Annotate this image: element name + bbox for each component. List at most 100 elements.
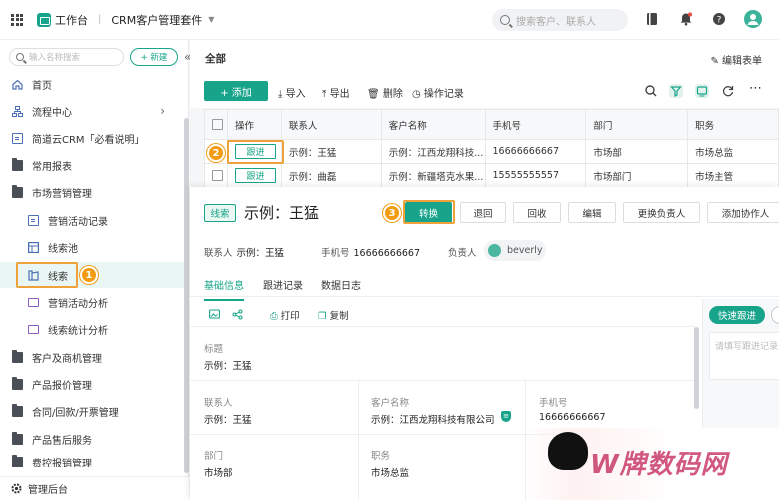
print-button[interactable]: ⎙ 打印 xyxy=(270,308,300,322)
follow-note-input[interactable]: 请填写跟进记录 xyxy=(709,332,779,380)
folder-icon xyxy=(12,349,23,363)
change-owner-button[interactable]: 更换负责人 xyxy=(623,202,700,223)
edit-button[interactable]: 编辑 xyxy=(568,202,616,223)
field-label: 手机号 xyxy=(539,398,568,409)
copy-icon: ❐ xyxy=(318,311,327,322)
copy-button[interactable]: ❐ 复制 xyxy=(318,308,349,322)
field-value: 市场总监 xyxy=(371,468,410,479)
secondary-follow-button[interactable] xyxy=(771,306,779,324)
export-label: 导出 xyxy=(329,89,350,100)
global-search-input[interactable]: 搜索客户、联系人 xyxy=(492,9,628,31)
detail-scrollbar[interactable] xyxy=(694,327,699,409)
recycle-button[interactable]: 回收 xyxy=(513,202,561,223)
sidebar-search-input[interactable]: 输入名称搜索 xyxy=(9,48,124,66)
admin-link[interactable]: 管理后台 xyxy=(0,476,189,500)
sidebar-item-customers[interactable]: 客户及商机管理 xyxy=(0,344,185,370)
sidebar-item-process-center[interactable]: 流程中心 › xyxy=(0,98,185,124)
table-row[interactable]: 跟进 示例：曲磊 示例：新疆塔克水果... 15555555557 市场部门 市… xyxy=(205,164,778,188)
view-icon[interactable] xyxy=(695,84,709,98)
tab-follow-records[interactable]: 跟进记录 xyxy=(263,277,303,292)
sidebar-item-quotes[interactable]: 产品报价管理 xyxy=(0,371,185,397)
field-label: 职务 xyxy=(371,451,391,462)
sidebar-item-campaign-records[interactable]: 营销活动记录 xyxy=(0,207,185,233)
book-icon[interactable] xyxy=(645,12,659,26)
table-cell: 市场部门 xyxy=(586,164,689,187)
add-collaborator-button[interactable]: 添加协作人 xyxy=(707,202,779,223)
leads-table: 操作 联系人 客户名称 手机号 部门 职务 跟进 示例：王猛 示例：江西龙翔科技… xyxy=(204,109,779,189)
field-value: 示例：王猛 xyxy=(204,361,252,372)
user-avatar[interactable] xyxy=(744,10,762,28)
sidebar-item-label: 产品售后服务 xyxy=(32,435,92,447)
return-button[interactable]: 退回 xyxy=(460,202,506,223)
app-grid-icon[interactable] xyxy=(11,13,23,26)
sidebar-item-lead-pool[interactable]: 线索池 xyxy=(0,234,185,260)
page-title: 全部 xyxy=(205,52,226,65)
sidebar-item-marketing[interactable]: 市场营销管理 xyxy=(0,179,185,205)
sidebar-item-campaign-analysis[interactable]: 营销活动分析 xyxy=(0,289,185,315)
column-header[interactable]: 联系人 xyxy=(282,110,382,139)
column-header[interactable]: 客户名称 xyxy=(382,110,486,139)
admin-label: 管理后台 xyxy=(28,485,68,496)
table-cell: 市场总监 xyxy=(695,147,734,159)
folder-icon xyxy=(12,403,23,417)
edit-form-label: 编辑表单 xyxy=(722,56,762,67)
sidebar-item-home[interactable]: 首页 xyxy=(0,71,185,97)
owner-info-label: 负责人 xyxy=(448,248,477,259)
step-2-highlight xyxy=(227,140,284,164)
contact-info-label: 联系人 xyxy=(204,248,233,259)
sidebar-item-expenses[interactable]: 费控报销管理 xyxy=(0,453,185,467)
field-label: 部门 xyxy=(204,451,224,462)
search-icon[interactable] xyxy=(644,84,658,98)
sidebar-item-reports[interactable]: 常用报表 xyxy=(0,152,185,178)
import-button[interactable]: ⤓ 导入 xyxy=(278,85,306,100)
row-select-cell[interactable] xyxy=(205,164,228,187)
search-icon xyxy=(16,53,24,61)
sidebar-item-label: 营销活动记录 xyxy=(48,216,108,228)
workspace-title[interactable]: 工作台 xyxy=(55,12,88,28)
select-all-cell[interactable] xyxy=(205,110,228,139)
column-header[interactable]: 手机号 xyxy=(486,110,587,139)
copy-label: 复制 xyxy=(329,311,349,322)
quick-follow-button[interactable]: 快速跟进 xyxy=(709,306,765,324)
help-icon[interactable]: ? xyxy=(712,12,726,26)
edit-form-button[interactable]: ✎ 编辑表单 xyxy=(710,52,762,67)
column-header[interactable]: 部门 xyxy=(586,110,689,139)
delete-button[interactable]: 🗑 删除 xyxy=(367,85,403,100)
list-toolbar: + 添加 ⤓ 导入 ⤒ 导出 🗑 删除 ◷ 操作记录 ⋯ xyxy=(190,76,779,108)
select-all-checkbox[interactable] xyxy=(212,119,223,130)
history-button[interactable]: ◷ 操作记录 xyxy=(412,85,464,100)
sidebar-item-crm-guide[interactable]: 简道云CRM「必看说明」 xyxy=(0,125,185,151)
field-value[interactable]: 示例：江西龙翔科技有限公司 xyxy=(371,412,495,426)
sidebar-item-label: 线索池 xyxy=(48,243,78,255)
print-label: 打印 xyxy=(280,311,300,322)
sidebar-item-after-sales[interactable]: 产品售后服务 xyxy=(0,426,185,452)
dashboard-icon xyxy=(28,324,39,334)
suite-title[interactable]: CRM客户管理套件 xyxy=(111,12,202,28)
folder-icon xyxy=(12,431,23,445)
chevron-down-icon[interactable]: ▼ xyxy=(208,15,214,24)
table-cell: 市场部 xyxy=(586,140,689,163)
row-checkbox[interactable] xyxy=(212,170,223,181)
column-header[interactable]: 职务 xyxy=(688,110,778,139)
export-button[interactable]: ⤒ 导出 xyxy=(322,85,350,100)
tab-basic-info[interactable]: 基础信息 xyxy=(204,277,244,301)
new-button[interactable]: + 新建 xyxy=(130,48,178,66)
share-icon[interactable] xyxy=(232,309,243,320)
more-icon[interactable]: ⋯ xyxy=(749,81,762,96)
table-row[interactable]: 跟进 示例：王猛 示例：江西龙翔科技... 16666666667 市场部 市场… xyxy=(205,140,778,164)
sidebar-item-label: 市场营销管理 xyxy=(32,188,92,200)
sidebar-item-label: 简道云CRM「必看说明」 xyxy=(32,134,145,146)
sidebar-item-lead-stats[interactable]: 线索统计分析 xyxy=(0,316,185,342)
refresh-icon[interactable] xyxy=(721,84,735,98)
sidebar-scrollbar[interactable] xyxy=(184,118,189,473)
follow-up-button[interactable]: 跟进 xyxy=(234,168,276,183)
tab-data-log[interactable]: 数据日志 xyxy=(321,277,361,292)
sidebar-item-contracts[interactable]: 合同/回款/开票管理 xyxy=(0,398,185,424)
divider xyxy=(190,380,695,381)
bell-icon[interactable] xyxy=(679,12,693,26)
table-cell: 示例：曲磊 xyxy=(282,164,382,187)
image-icon[interactable] xyxy=(209,309,220,320)
step-3-highlight xyxy=(403,200,455,224)
add-button[interactable]: + 添加 xyxy=(204,81,268,101)
filter-icon[interactable] xyxy=(669,84,683,98)
